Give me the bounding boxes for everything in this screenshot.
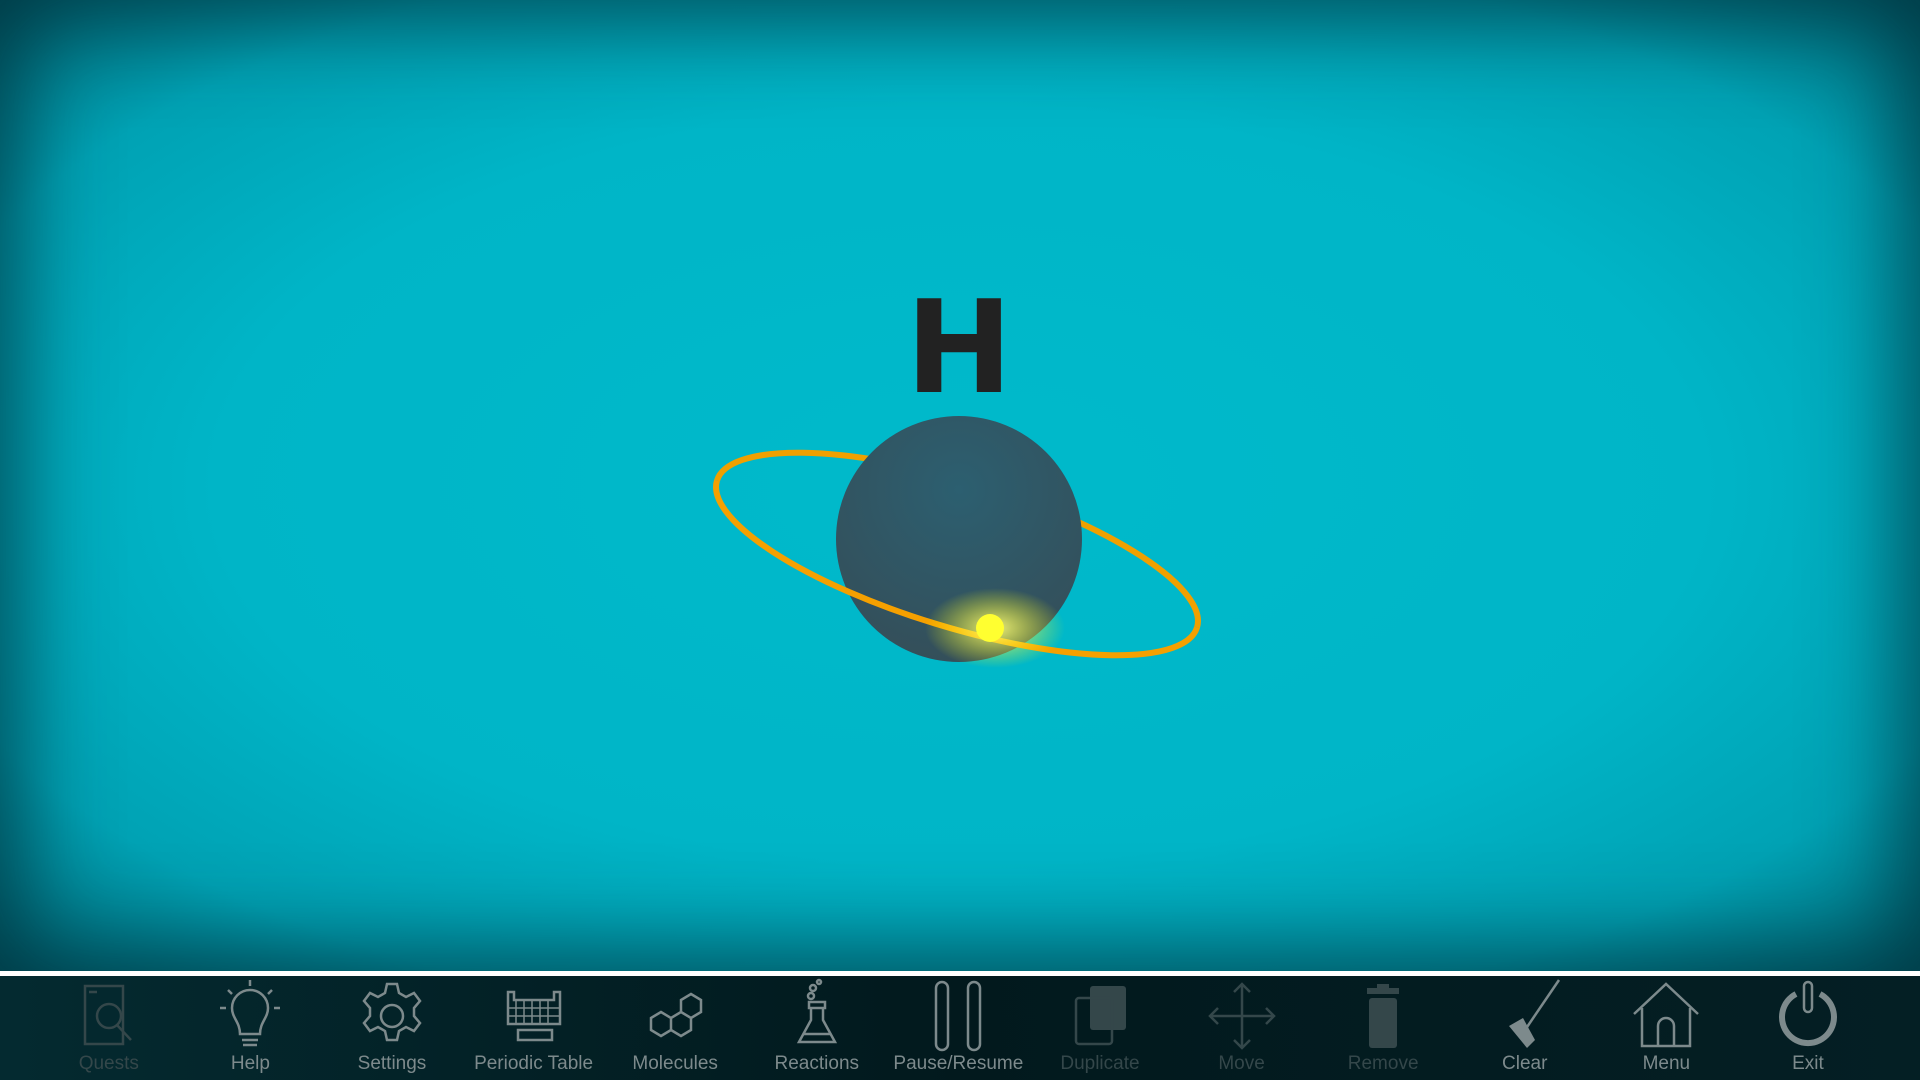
- toolbar-button-label: Quests: [78, 1053, 139, 1074]
- toolbar-button-duplicate[interactable]: Duplicate: [1029, 976, 1171, 1080]
- pause-icon: [935, 980, 982, 1052]
- toolbar-button-menu[interactable]: Menu: [1596, 976, 1738, 1080]
- molecule-icon: [649, 992, 703, 1038]
- duplicate-icon: [1074, 986, 1126, 1046]
- toolbar-button-label: Settings: [357, 1053, 427, 1074]
- toolbar-button-label: Periodic Table: [474, 1053, 594, 1074]
- toolbar-button-pause-resume[interactable]: Pause/Resume: [888, 976, 1030, 1080]
- move-arrows-icon: [1207, 982, 1276, 1050]
- toolbar-button-periodic-table[interactable]: Periodic Table: [463, 976, 605, 1080]
- lightbulb-icon: [220, 980, 281, 1047]
- toolbar-button-label: Molecules: [632, 1053, 718, 1074]
- toolbar-button-label: Clear: [1502, 1053, 1548, 1074]
- gear-icon: [362, 982, 422, 1042]
- toolbar-button-settings[interactable]: Settings: [321, 976, 463, 1080]
- toolbar-button-quests[interactable]: Quests: [38, 976, 180, 1080]
- home-icon: [1633, 982, 1700, 1048]
- mop-icon: [1508, 979, 1560, 1048]
- simulation-viewport[interactable]: H: [0, 0, 1920, 971]
- toolbar-button-molecules[interactable]: Molecules: [604, 976, 746, 1080]
- toolbar-button-label: Help: [230, 1053, 270, 1074]
- toolbar-button-exit[interactable]: Exit: [1737, 976, 1879, 1080]
- vignette: [0, 0, 1920, 971]
- toolbar-button-label: Exit: [1792, 1053, 1824, 1074]
- power-icon: [1778, 980, 1837, 1046]
- trash-icon: [1367, 984, 1400, 1048]
- toolbar-button-label: Menu: [1642, 1053, 1691, 1074]
- quest-book-icon: [83, 984, 132, 1046]
- toolbar-button-move[interactable]: Move: [1171, 976, 1313, 1080]
- toolbar-button-label: Pause/Resume: [893, 1053, 1024, 1074]
- toolbar-button-label: Reactions: [774, 1053, 860, 1074]
- toolbar-button-help[interactable]: Help: [180, 976, 322, 1080]
- bottom-toolbar: Quests Help Settings Periodic Table Molecule…: [0, 976, 1920, 1080]
- toolbar-button-label: Duplicate: [1060, 1053, 1140, 1074]
- toolbar-button-label: Remove: [1347, 1053, 1419, 1074]
- flask-icon: [796, 978, 837, 1044]
- periodic-table-icon: [506, 990, 561, 1042]
- toolbar-button-label: Move: [1218, 1053, 1265, 1074]
- toolbar-button-reactions[interactable]: Reactions: [746, 976, 888, 1080]
- toolbar-button-clear[interactable]: Clear: [1454, 976, 1596, 1080]
- toolbar-button-remove[interactable]: Remove: [1312, 976, 1454, 1080]
